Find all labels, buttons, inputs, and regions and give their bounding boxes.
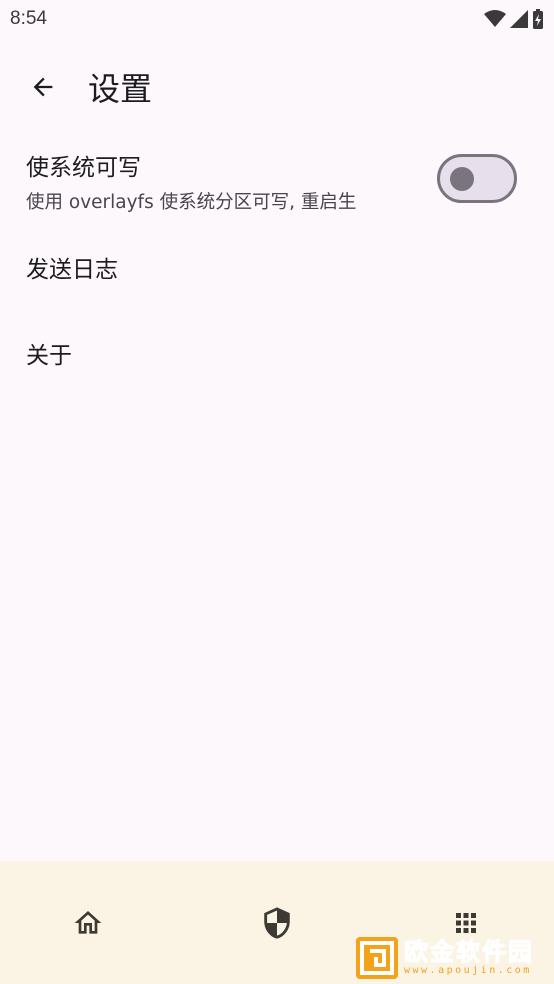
top-app-bar: 设置 (0, 48, 554, 126)
back-button[interactable] (16, 60, 70, 114)
system-writable-switch[interactable] (437, 154, 517, 203)
home-icon (74, 910, 102, 934)
setting-title: 发送日志 (26, 257, 118, 283)
nav-item-home[interactable] (18, 861, 158, 984)
watermark-text: 欧金软件园 www.apoujin.com (404, 939, 534, 977)
nav-item-shield[interactable] (207, 861, 347, 984)
wifi-icon (484, 10, 506, 28)
setting-about[interactable]: 关于 (26, 336, 526, 370)
setting-send-logs[interactable]: 发送日志 (26, 250, 526, 284)
setting-title: 关于 (26, 343, 72, 369)
status-time: 8:54 (10, 8, 47, 29)
watermark: 欧金软件园 www.apoujin.com (356, 936, 548, 980)
cellular-signal-icon (510, 10, 528, 28)
battery-charging-icon (532, 9, 544, 29)
apps-grid-icon (456, 912, 476, 933)
watermark-url: www.apoujin.com (404, 965, 532, 976)
page-title: 设置 (88, 70, 153, 108)
status-icons (484, 9, 544, 29)
shield-icon (264, 906, 290, 939)
status-bar: 8:54 (0, 0, 554, 38)
arrow-back-icon (33, 77, 53, 97)
switch-thumb (450, 167, 474, 191)
watermark-logo (356, 937, 398, 979)
watermark-name: 欧金软件园 (404, 938, 534, 966)
